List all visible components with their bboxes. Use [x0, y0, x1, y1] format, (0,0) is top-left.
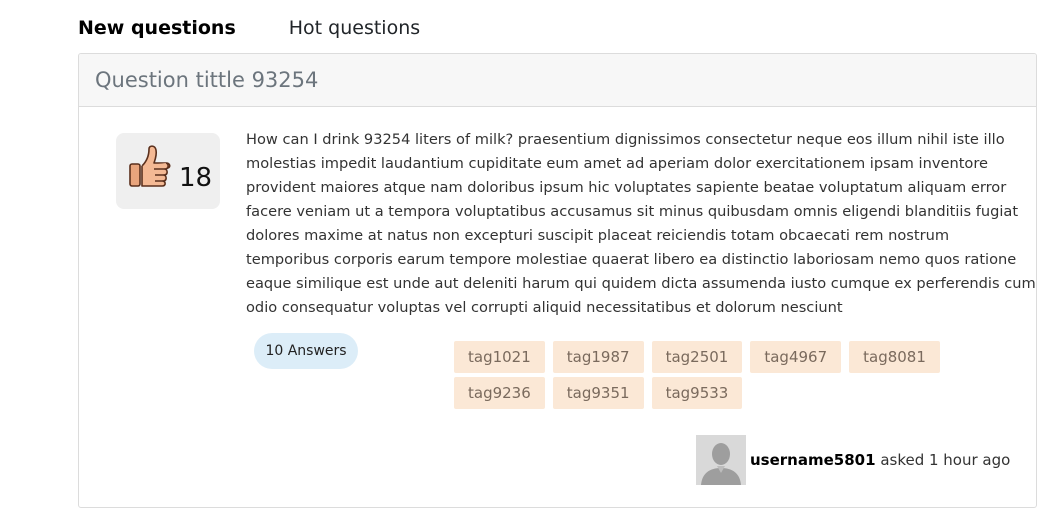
tag-list: tag1021 tag1987 tag2501 tag4967 tag8081 …	[454, 341, 1024, 409]
tab-new-questions[interactable]: New questions	[78, 17, 236, 39]
question-title[interactable]: Question tittle 93254	[95, 68, 318, 92]
tag-badge[interactable]: tag2501	[651, 341, 743, 373]
tag-badge[interactable]: tag1987	[552, 341, 644, 373]
tag-badge[interactable]: tag9236	[454, 377, 545, 409]
author-info: username5801 asked 1 hour ago	[696, 435, 1010, 485]
question-header: Question tittle 93254	[79, 54, 1036, 107]
question-body: How can I drink 93254 liters of milk? pr…	[246, 131, 1036, 316]
tag-badge[interactable]: tag4967	[750, 341, 842, 373]
question-tabs: New questions Hot questions	[78, 14, 420, 42]
author-line: username5801 asked 1 hour ago	[750, 451, 1010, 469]
vote-box: 18	[116, 133, 220, 209]
author-username[interactable]: username5801	[750, 451, 876, 469]
question-card: Question tittle 93254 18 How can I drink…	[78, 53, 1037, 508]
answers-count-badge[interactable]: 10 Answers	[254, 333, 358, 369]
tab-hot-questions[interactable]: Hot questions	[289, 17, 420, 39]
tag-badge[interactable]: tag1021	[454, 341, 545, 373]
tag-badge[interactable]: tag9351	[552, 377, 644, 409]
thumbs-up-icon[interactable]	[128, 142, 178, 192]
tag-badge[interactable]: tag9533	[651, 377, 743, 409]
asked-time: asked 1 hour ago	[880, 451, 1011, 469]
vote-count: 18	[179, 163, 213, 193]
user-avatar-icon[interactable]	[696, 435, 746, 485]
tag-badge[interactable]: tag8081	[849, 341, 940, 373]
